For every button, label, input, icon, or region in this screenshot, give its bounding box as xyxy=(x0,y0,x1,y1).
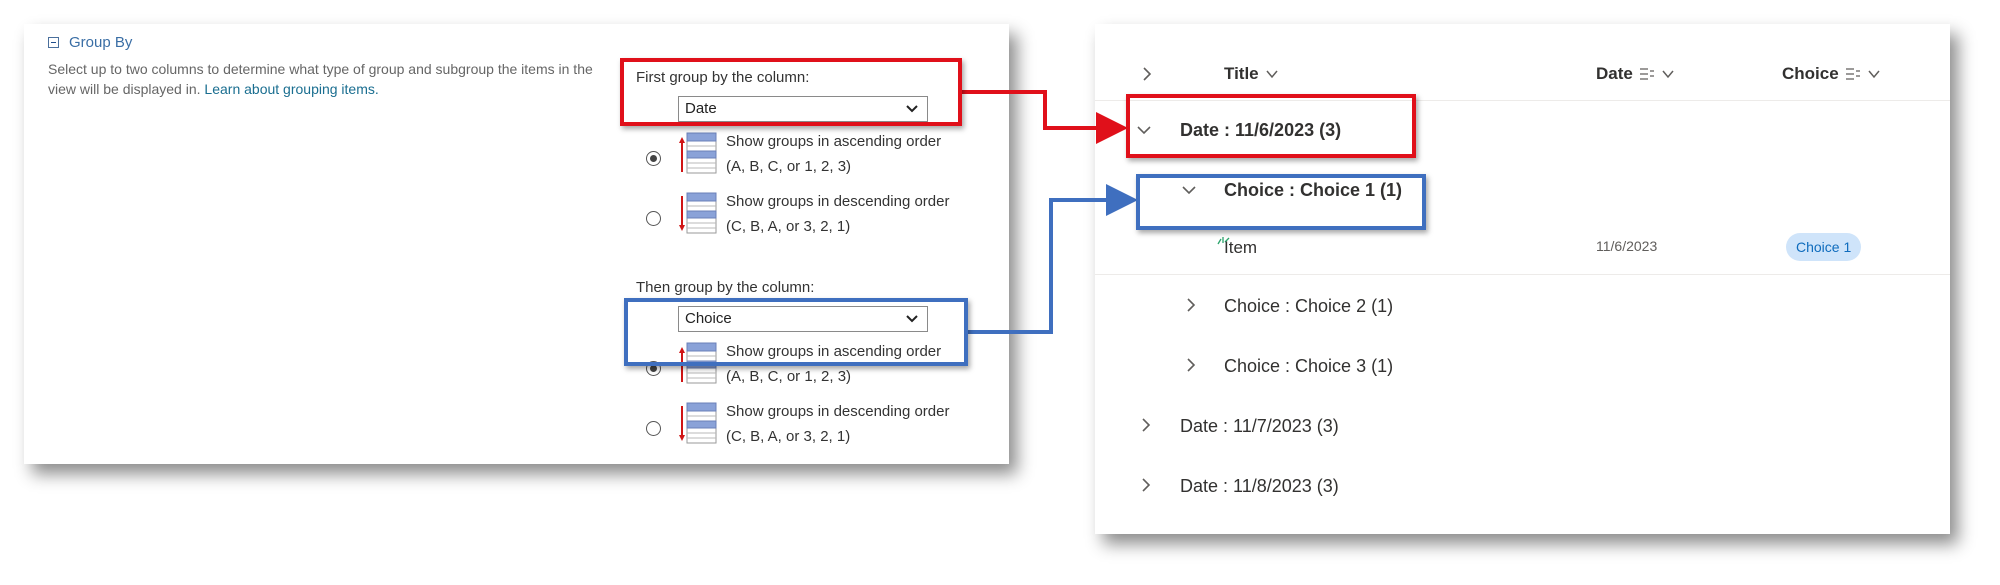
group-by-settings-panel: Group By Select up to two columns to det… xyxy=(24,24,1009,464)
header-divider xyxy=(1095,100,1950,101)
second-group-label: Then group by the column: xyxy=(636,279,815,296)
group-header-date-1[interactable]: Date : 11/6/2023 (3) xyxy=(1180,120,1341,141)
first-desc-line1: Show groups in descending order xyxy=(726,193,950,210)
second-asc-radio[interactable] xyxy=(646,361,661,376)
chevron-right-icon[interactable] xyxy=(1184,298,1198,312)
column-header-date[interactable]: Date xyxy=(1596,64,1675,84)
chevron-down-icon xyxy=(1868,70,1880,79)
second-asc-line2: (A, B, C, or 1, 2, 3) xyxy=(726,368,852,385)
chevron-down-icon xyxy=(906,315,918,323)
second-group-selected-value: Choice xyxy=(685,310,732,327)
second-desc-radio[interactable] xyxy=(646,421,661,436)
second-group-select[interactable]: Choice xyxy=(678,306,928,332)
grouped-by-icon xyxy=(1845,68,1860,80)
chevron-down-icon[interactable] xyxy=(1182,183,1196,197)
grouped-by-icon xyxy=(1639,68,1654,80)
column-header-choice[interactable]: Choice xyxy=(1782,64,1881,84)
list-item-date: 11/6/2023 xyxy=(1596,238,1658,254)
first-group-select[interactable]: Date xyxy=(678,96,928,122)
row-divider xyxy=(1095,274,1950,275)
first-desc-line2: (C, B, A, or 3, 2, 1) xyxy=(726,218,851,235)
column-header-title[interactable]: Title xyxy=(1224,64,1279,84)
learn-grouping-link[interactable]: Learn about grouping items. xyxy=(204,81,378,97)
first-group-selected-value: Date xyxy=(685,100,717,117)
grouped-list-view: Title Date Choice Date : 11/6/2023 (3) C… xyxy=(1095,24,1950,534)
group-by-header[interactable]: Group By xyxy=(48,34,132,51)
second-desc-line1: Show groups in descending order xyxy=(726,403,950,420)
first-asc-line2: (A, B, C, or 1, 2, 3) xyxy=(726,158,852,175)
group-by-description: Select up to two columns to determine wh… xyxy=(48,59,623,99)
first-desc-text: Show groups in descending order (C, B, A… xyxy=(726,189,949,239)
expand-all-chevron-icon[interactable] xyxy=(1140,67,1154,81)
sort-ascending-icon xyxy=(679,342,717,384)
chevron-down-icon xyxy=(1266,70,1278,79)
subgroup-header-choice-2[interactable]: Choice : Choice 2 (1) xyxy=(1224,296,1393,317)
subgroup-header-choice-1[interactable]: Choice : Choice 1 (1) xyxy=(1224,180,1402,201)
first-group-label: First group by the column: xyxy=(636,69,810,86)
first-desc-radio[interactable] xyxy=(646,211,661,226)
sort-descending-icon xyxy=(679,402,717,444)
column-title-label: Title xyxy=(1224,64,1259,83)
collapse-icon[interactable] xyxy=(48,37,59,48)
sort-ascending-icon xyxy=(679,132,717,174)
chevron-right-icon[interactable] xyxy=(1184,358,1198,372)
group-header-date-2[interactable]: Date : 11/7/2023 (3) xyxy=(1180,416,1339,437)
second-asc-text: Show groups in ascending order (A, B, C,… xyxy=(726,339,941,389)
list-item-title[interactable]: Item xyxy=(1224,238,1257,258)
second-desc-line2: (C, B, A, or 3, 2, 1) xyxy=(726,428,851,445)
sort-descending-icon xyxy=(679,192,717,234)
second-asc-line1: Show groups in ascending order xyxy=(726,343,942,360)
chevron-right-icon[interactable] xyxy=(1139,418,1153,432)
second-desc-text: Show groups in descending order (C, B, A… xyxy=(726,399,949,449)
chevron-down-icon[interactable] xyxy=(1137,123,1151,137)
group-by-title: Group By xyxy=(69,34,133,51)
choice-pill: Choice 1 xyxy=(1786,233,1862,261)
first-asc-line1: Show groups in ascending order xyxy=(726,133,942,150)
subgroup-header-choice-3[interactable]: Choice : Choice 3 (1) xyxy=(1224,356,1393,377)
column-date-label: Date xyxy=(1596,64,1633,83)
chevron-down-icon xyxy=(1662,70,1674,79)
first-asc-text: Show groups in ascending order (A, B, C,… xyxy=(726,129,941,179)
chevron-down-icon xyxy=(906,105,918,113)
chevron-right-icon[interactable] xyxy=(1139,478,1153,492)
group-header-date-3[interactable]: Date : 11/8/2023 (3) xyxy=(1180,476,1339,497)
column-choice-label: Choice xyxy=(1782,64,1839,83)
first-asc-radio[interactable] xyxy=(646,151,661,166)
